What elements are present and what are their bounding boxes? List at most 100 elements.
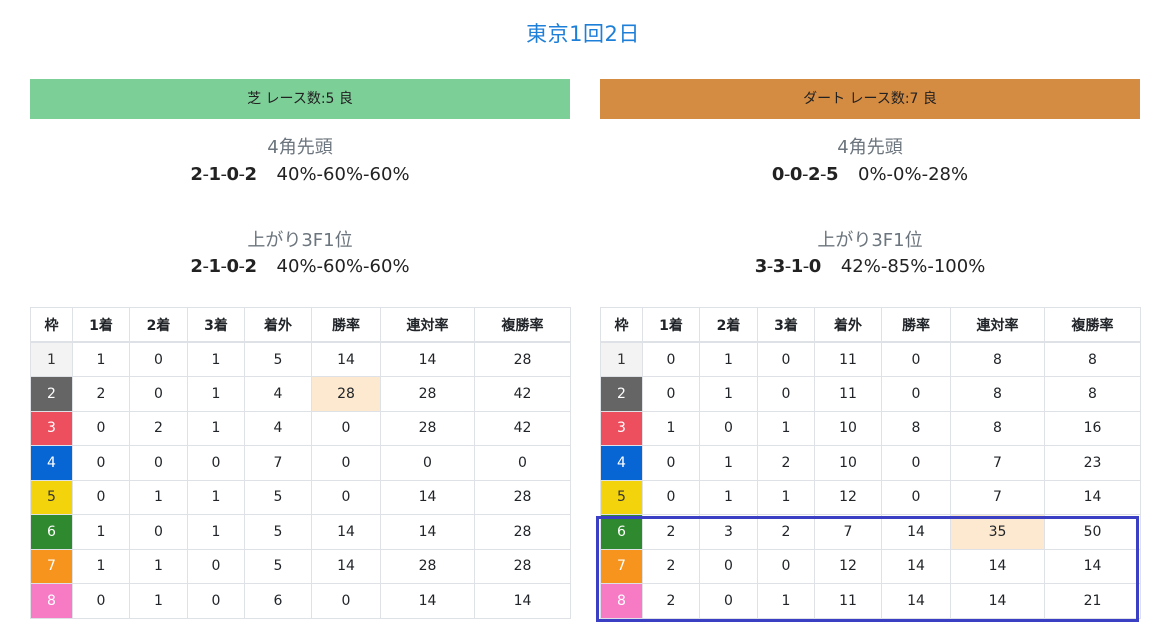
frame-number-cell: 6 [600, 514, 643, 550]
cell-quinella-rate: 7 [950, 445, 1045, 481]
cell-win-rate: 0 [881, 376, 951, 412]
cell-first: 0 [642, 445, 700, 481]
frame-number-cell: 3 [30, 410, 73, 446]
table-row: 4 0 1 2 10 0 7 23 [600, 445, 1141, 481]
cell-quinella-rate: 14 [950, 548, 1045, 584]
cell-win-rate: 0 [311, 583, 381, 619]
column-header-win-rate: 勝率 [311, 307, 381, 343]
cell-out: 5 [244, 548, 312, 584]
cell-quinella-rate: 14 [380, 479, 475, 515]
cell-win-rate: 14 [881, 514, 951, 550]
cell-third: 1 [187, 479, 245, 515]
cell-place-rate: 42 [474, 410, 571, 446]
cell-second: 1 [699, 341, 758, 377]
cell-first: 2 [642, 548, 700, 584]
table-row: 1 1 0 1 5 14 14 28 [30, 341, 571, 377]
cell-third: 1 [187, 514, 245, 550]
cell-win-rate: 28 [311, 376, 381, 412]
cell-place-rate: 16 [1044, 410, 1141, 446]
frame-number-cell: 4 [30, 445, 73, 481]
cell-win-rate: 14 [311, 514, 381, 550]
frame-number-cell: 7 [30, 548, 73, 584]
cell-win-rate: 0 [311, 410, 381, 446]
column-header-second: 2着 [699, 307, 758, 343]
cell-place-rate: 8 [1044, 376, 1141, 412]
cell-place-rate: 50 [1044, 514, 1141, 550]
corner-lead-counts: 2-1-0-2 [190, 164, 257, 185]
cell-third: 1 [757, 410, 815, 446]
cell-place-rate: 21 [1044, 583, 1141, 619]
cell-win-rate: 14 [881, 583, 951, 619]
cell-out: 4 [244, 410, 312, 446]
cell-second: 1 [129, 583, 188, 619]
table-row: 5 0 1 1 12 0 7 14 [600, 479, 1141, 515]
column-header-third: 3着 [757, 307, 815, 343]
cell-quinella-rate: 28 [380, 548, 475, 584]
cell-quinella-rate: 14 [380, 514, 475, 550]
cell-place-rate: 23 [1044, 445, 1141, 481]
cell-second: 1 [699, 479, 758, 515]
cell-out: 10 [814, 445, 882, 481]
table-row: 2 0 1 0 11 0 8 8 [600, 376, 1141, 412]
dirt-header: ダート レース数:7 良 [600, 79, 1140, 119]
cell-first: 2 [642, 583, 700, 619]
corner-lead-label: 4角先頭 [267, 137, 333, 158]
cell-win-rate: 0 [311, 479, 381, 515]
cell-third: 0 [187, 445, 245, 481]
last3f-counts: 2-1-0-2 [190, 256, 257, 277]
frame-number-cell: 5 [600, 479, 643, 515]
frame-number-cell: 8 [600, 583, 643, 619]
column-header-place-rate: 複勝率 [474, 307, 571, 343]
cell-first: 0 [72, 583, 130, 619]
cell-third: 0 [757, 341, 815, 377]
cell-place-rate: 14 [1044, 548, 1141, 584]
last3f-label: 上がり3F1位 [247, 230, 353, 251]
cell-out: 7 [814, 514, 882, 550]
cell-second: 0 [129, 445, 188, 481]
column-header-frame: 枠 [600, 307, 643, 343]
table-header-row: 枠 1着 2着 3着 着外 勝率 連対率 複勝率 [600, 307, 1141, 343]
corner-lead-counts: 0-0-2-5 [771, 164, 839, 185]
cell-first: 0 [72, 410, 130, 446]
cell-second: 0 [129, 376, 188, 412]
table-row: 2 2 0 1 4 28 28 42 [30, 376, 571, 412]
cell-third: 1 [187, 410, 245, 446]
frame-number-cell: 2 [600, 376, 643, 412]
cell-second: 3 [699, 514, 758, 550]
cell-win-rate: 14 [311, 341, 381, 377]
last3f-stats: 2-1-0-2 40%-60%-60% [30, 255, 570, 279]
cell-second: 2 [129, 410, 188, 446]
cell-first: 2 [642, 514, 700, 550]
frame-number-cell: 1 [30, 341, 73, 377]
cell-first: 0 [72, 445, 130, 481]
table-row: 3 1 0 1 10 8 8 16 [600, 410, 1141, 446]
table-row: 6 2 3 2 7 14 35 50 [600, 514, 1141, 550]
cell-out: 11 [814, 376, 882, 412]
dirt-frame-stats-table: 枠 1着 2着 3着 着外 勝率 連対率 複勝率 1 0 1 0 11 0 8 8 2 0 1 0 11 0 8 8 3 1 0 1… [600, 307, 1141, 619]
table-row: 40007000 [30, 445, 571, 481]
cell-quinella-rate: 8 [950, 410, 1045, 446]
column-header-first: 1着 [72, 307, 130, 343]
frame-number-cell: 5 [30, 479, 73, 515]
cell-out: 4 [244, 376, 312, 412]
cell-place-rate: 14 [1044, 479, 1141, 515]
cell-first: 0 [642, 341, 700, 377]
cell-quinella-rate: 28 [380, 376, 475, 412]
cell-first: 1 [72, 341, 130, 377]
cell-win-rate: 0 [311, 445, 381, 481]
last3f-rates: 40%-60%-60% [276, 256, 410, 277]
column-header-quinella-rate: 連対率 [950, 307, 1045, 343]
table-row: 7 2 0 0 12 14 14 14 [600, 548, 1141, 584]
cell-first: 1 [642, 410, 700, 446]
cell-first: 0 [642, 376, 700, 412]
corner-lead-label: 4角先頭 [837, 137, 903, 158]
cell-win-rate: 14 [881, 548, 951, 584]
cell-out: 5 [244, 341, 312, 377]
cell-place-rate: 28 [474, 479, 571, 515]
cell-win-rate: 0 [881, 445, 951, 481]
column-header-win-rate: 勝率 [881, 307, 951, 343]
table-row: 1 0 1 0 11 0 8 8 [600, 341, 1141, 377]
cell-quinella-rate: 28 [380, 410, 475, 446]
cell-out: 7 [244, 445, 312, 481]
column-header-first: 1着 [642, 307, 700, 343]
